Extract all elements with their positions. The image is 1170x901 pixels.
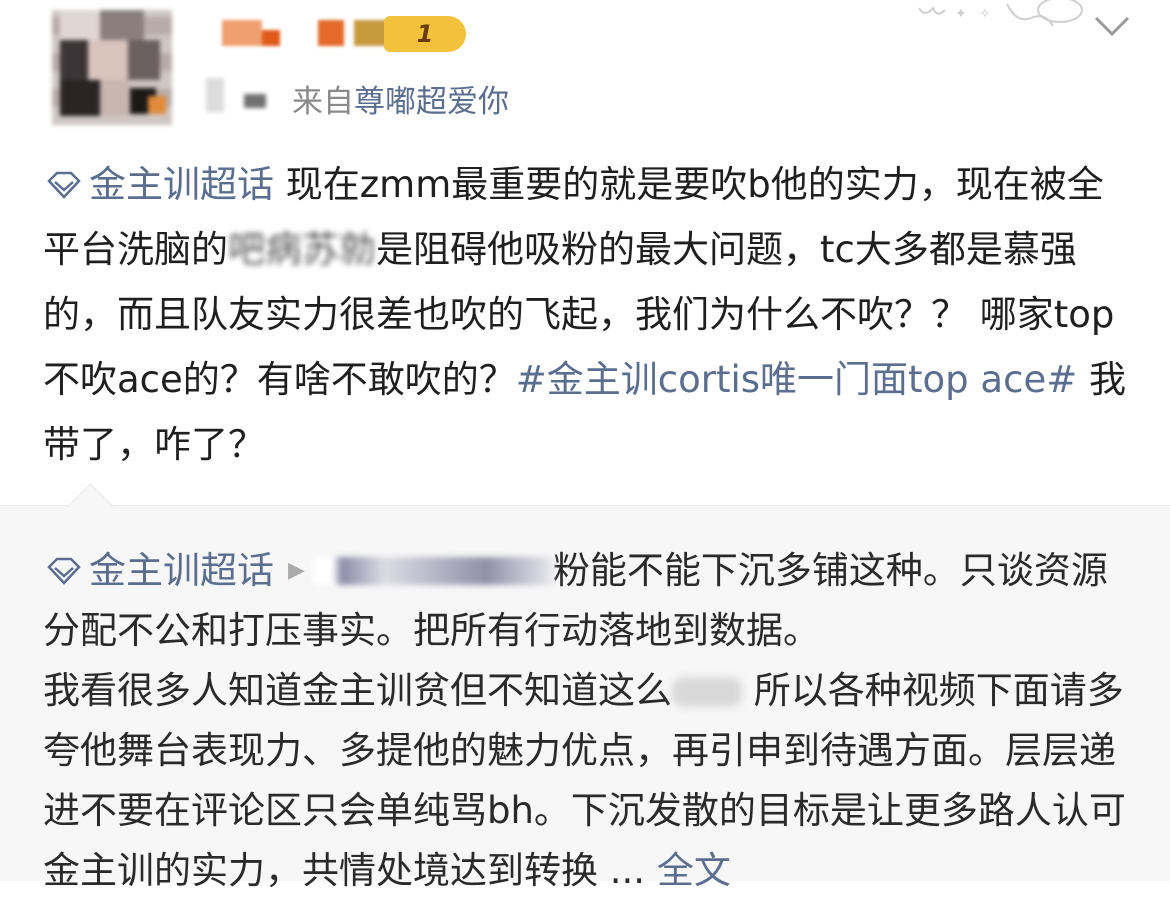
member-badge[interactable]: 1 [384, 16, 466, 52]
repost-redacted-2 [672, 677, 742, 707]
weibo-post: 1 来自尊嘟超爱你 ✦ ✧ 金主训超话 现在zmm最重要的就是要吹b他的实力，现… [0, 0, 1170, 505]
avatar[interactable] [52, 10, 172, 125]
decoration-doodle-icon: ✦ ✧ [918, 0, 1083, 27]
repost-supertopic-link[interactable]: 金主训超话 [43, 549, 274, 592]
repost-body: 金主训超话 ▶ 粉能不能下沉多铺这种。只谈资源分配不公和打压事实。把所有行动落地到数… [43, 541, 1138, 901]
post-source: 来自尊嘟超爱你 [292, 76, 509, 121]
badge-text: 1 [416, 20, 434, 48]
body-text-redacted: 吧病苏勍 [228, 228, 376, 271]
supertopic-label: 金主训超话 [89, 163, 274, 206]
repost-ellipsis: ... [609, 849, 646, 892]
repost-supertopic-label: 金主训超话 [89, 549, 274, 592]
supertopic-link[interactable]: 金主训超话 [43, 163, 274, 206]
hashtag-link[interactable]: #金主训cortis唯一门面top ace# [516, 358, 1077, 401]
repost-box[interactable]: 金主训超话 ▶ 粉能不能下沉多铺这种。只谈资源分配不公和打压事实。把所有行动落地到数… [0, 483, 1170, 892]
repost-line2-start: 我看很多人知道金主训贫但不知道这么 [43, 669, 672, 712]
svg-text:✦ ✧: ✦ ✧ [955, 6, 995, 22]
play-icon: ▶ [288, 558, 305, 583]
supertopic-diamond-icon [47, 557, 81, 585]
post-body: 金主训超话 现在zmm最重要的就是要吹b他的实力，现在被全平台洗脑的吧病苏勍是阻… [43, 152, 1138, 477]
source-prefix: 来自 [292, 84, 354, 120]
chevron-down-icon[interactable] [1092, 10, 1132, 42]
source-name[interactable]: 尊嘟超爱你 [354, 84, 509, 120]
username[interactable] [222, 16, 392, 54]
repost-redacted-1 [312, 557, 553, 585]
full-text-link[interactable]: 全文 [657, 849, 731, 892]
supertopic-diamond-icon [47, 171, 81, 199]
post-time [200, 78, 270, 112]
corner-decoration: ✦ ✧ [915, 0, 1090, 30]
